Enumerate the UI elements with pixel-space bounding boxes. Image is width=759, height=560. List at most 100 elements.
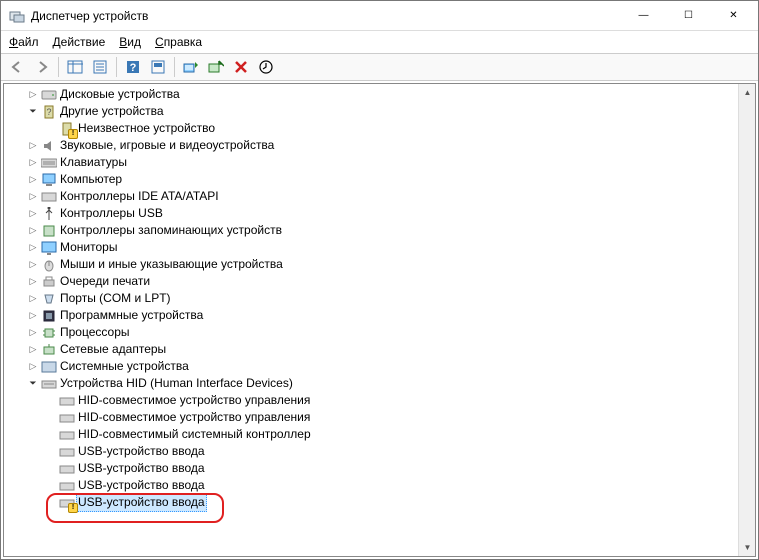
tree-item-disk[interactable]: ▷ Дисковые устройства [4, 86, 738, 103]
tree-item-hid-sysctl[interactable]: HID-совместимый системный контроллер [4, 426, 738, 443]
hid-device-icon [58, 427, 76, 443]
tree-item-computer[interactable]: ▷ Компьютер [4, 171, 738, 188]
expand-arrow-icon[interactable]: ▷ [26, 256, 40, 273]
ports-icon [40, 291, 58, 307]
tree-item-keyboards[interactable]: ▷ Клавиатуры [4, 154, 738, 171]
tree-item-sound[interactable]: ▷ Звуковые, игровые и видеоустройства [4, 137, 738, 154]
expand-arrow-icon[interactable]: ▷ [26, 324, 40, 341]
hid-device-icon [58, 444, 76, 460]
collapse-arrow-icon[interactable]: ⏷ [26, 375, 40, 392]
scroll-down-button[interactable]: ▼ [739, 539, 756, 556]
expand-arrow-icon[interactable]: ▷ [26, 341, 40, 358]
network-icon [40, 342, 58, 358]
scan-hardware-button[interactable] [254, 55, 278, 79]
usb-icon [40, 206, 58, 222]
expand-arrow-icon[interactable]: ▷ [26, 188, 40, 205]
expand-arrow-icon[interactable]: ▷ [26, 137, 40, 154]
nav-back-button[interactable] [5, 55, 29, 79]
disk-icon [40, 87, 58, 103]
titlebar[interactable]: Диспетчер устройств — ☐ ✕ [1, 1, 758, 31]
maximize-button[interactable]: ☐ [666, 1, 711, 30]
tree-item-usb-input-warning[interactable]: ! USB-устройство ввода [4, 494, 738, 511]
expand-arrow-icon[interactable]: ▷ [26, 171, 40, 188]
mouse-icon [40, 257, 58, 273]
scroll-up-button[interactable]: ▲ [739, 84, 756, 101]
tree-item-sysdev[interactable]: ▷ Системные устройства [4, 358, 738, 375]
window-title: Диспетчер устройств [31, 9, 621, 23]
menu-help[interactable]: Справка [155, 35, 202, 49]
update-driver-button[interactable] [179, 55, 203, 79]
computer-icon [40, 172, 58, 188]
hid-device-icon [58, 461, 76, 477]
collapse-arrow-icon[interactable]: ⏷ [26, 103, 40, 120]
tree-item-unknown[interactable]: ! Неизвестное устройство [4, 120, 738, 137]
tree-item-monitors[interactable]: ▷ Мониторы [4, 239, 738, 256]
hid-device-icon: ! [58, 495, 76, 511]
uninstall-button[interactable] [204, 55, 228, 79]
sound-icon [40, 138, 58, 154]
hid-device-icon [58, 393, 76, 409]
warning-overlay-icon: ! [68, 129, 78, 139]
printer-icon [40, 274, 58, 290]
monitor-icon [40, 240, 58, 256]
tree-item-hid-compat[interactable]: HID-совместимое устройство управления [4, 392, 738, 409]
tree-item-cpu[interactable]: ▷ Процессоры [4, 324, 738, 341]
storage-icon [40, 223, 58, 239]
tree-item-usb-input[interactable]: USB-устройство ввода [4, 477, 738, 494]
show-hide-tree-button[interactable] [63, 55, 87, 79]
tree-item-usb-input[interactable]: USB-устройство ввода [4, 460, 738, 477]
expand-arrow-icon[interactable]: ▷ [26, 154, 40, 171]
expand-arrow-icon[interactable]: ▷ [26, 358, 40, 375]
menu-file[interactable]: Файл [9, 35, 39, 49]
minimize-button[interactable]: — [621, 1, 666, 30]
nav-forward-button[interactable] [30, 55, 54, 79]
hid-device-icon [58, 478, 76, 494]
expand-arrow-icon[interactable]: ▷ [26, 222, 40, 239]
device-tree[interactable]: ▷ Дисковые устройства ⏷ ? Другие устройс… [4, 84, 738, 556]
svg-text:?: ? [46, 107, 51, 117]
keyboard-icon [40, 155, 58, 171]
unknown-device-icon: ! [58, 121, 76, 137]
hid-device-icon [58, 410, 76, 426]
close-button[interactable]: ✕ [711, 1, 756, 30]
toolbar: ? [1, 53, 758, 81]
tree-item-ide[interactable]: ▷ Контроллеры IDE ATA/ATAPI [4, 188, 738, 205]
window-frame: Диспетчер устройств — ☐ ✕ Файл Действие … [0, 0, 759, 560]
menubar: Файл Действие Вид Справка [1, 31, 758, 53]
tree-item-usb[interactable]: ▷ Контроллеры USB [4, 205, 738, 222]
cpu-icon [40, 325, 58, 341]
toolbar-separator [174, 57, 175, 77]
expand-arrow-icon[interactable]: ▷ [26, 239, 40, 256]
toolbar-separator [58, 57, 59, 77]
expand-arrow-icon[interactable]: ▷ [26, 205, 40, 222]
menu-view[interactable]: Вид [119, 35, 141, 49]
toolbar-separator [116, 57, 117, 77]
expand-arrow-icon[interactable]: ▷ [26, 86, 40, 103]
tree-item-software[interactable]: ▷ Программные устройства [4, 307, 738, 324]
expand-arrow-icon[interactable]: ▷ [26, 290, 40, 307]
tree-panel: ▷ Дисковые устройства ⏷ ? Другие устройс… [3, 83, 756, 557]
properties-button[interactable] [88, 55, 112, 79]
tree-item-usb-input[interactable]: USB-устройство ввода [4, 443, 738, 460]
tree-item-printq[interactable]: ▷ Очереди печати [4, 273, 738, 290]
tree-item-hid-compat[interactable]: HID-совместимое устройство управления [4, 409, 738, 426]
expand-arrow-icon[interactable]: ▷ [26, 273, 40, 290]
tree-item-mice[interactable]: ▷ Мыши и иные указывающие устройства [4, 256, 738, 273]
other-icon: ? [40, 104, 58, 120]
action-button[interactable] [146, 55, 170, 79]
tree-item-storage-ctl[interactable]: ▷ Контроллеры запоминающих устройств [4, 222, 738, 239]
help-button[interactable]: ? [121, 55, 145, 79]
software-icon [40, 308, 58, 324]
tree-item-other[interactable]: ⏷ ? Другие устройства [4, 103, 738, 120]
disable-button[interactable] [229, 55, 253, 79]
tree-item-ports[interactable]: ▷ Порты (COM и LPT) [4, 290, 738, 307]
tree-item-netadapters[interactable]: ▷ Сетевые адаптеры [4, 341, 738, 358]
system-icon [40, 359, 58, 375]
ide-icon [40, 189, 58, 205]
svg-text:?: ? [130, 62, 137, 74]
expand-arrow-icon[interactable]: ▷ [26, 307, 40, 324]
tree-item-hid[interactable]: ⏷ Устройства HID (Human Interface Device… [4, 375, 738, 392]
warning-overlay-icon: ! [68, 503, 78, 513]
vertical-scrollbar[interactable]: ▲ ▼ [738, 84, 755, 556]
menu-action[interactable]: Действие [53, 35, 106, 49]
